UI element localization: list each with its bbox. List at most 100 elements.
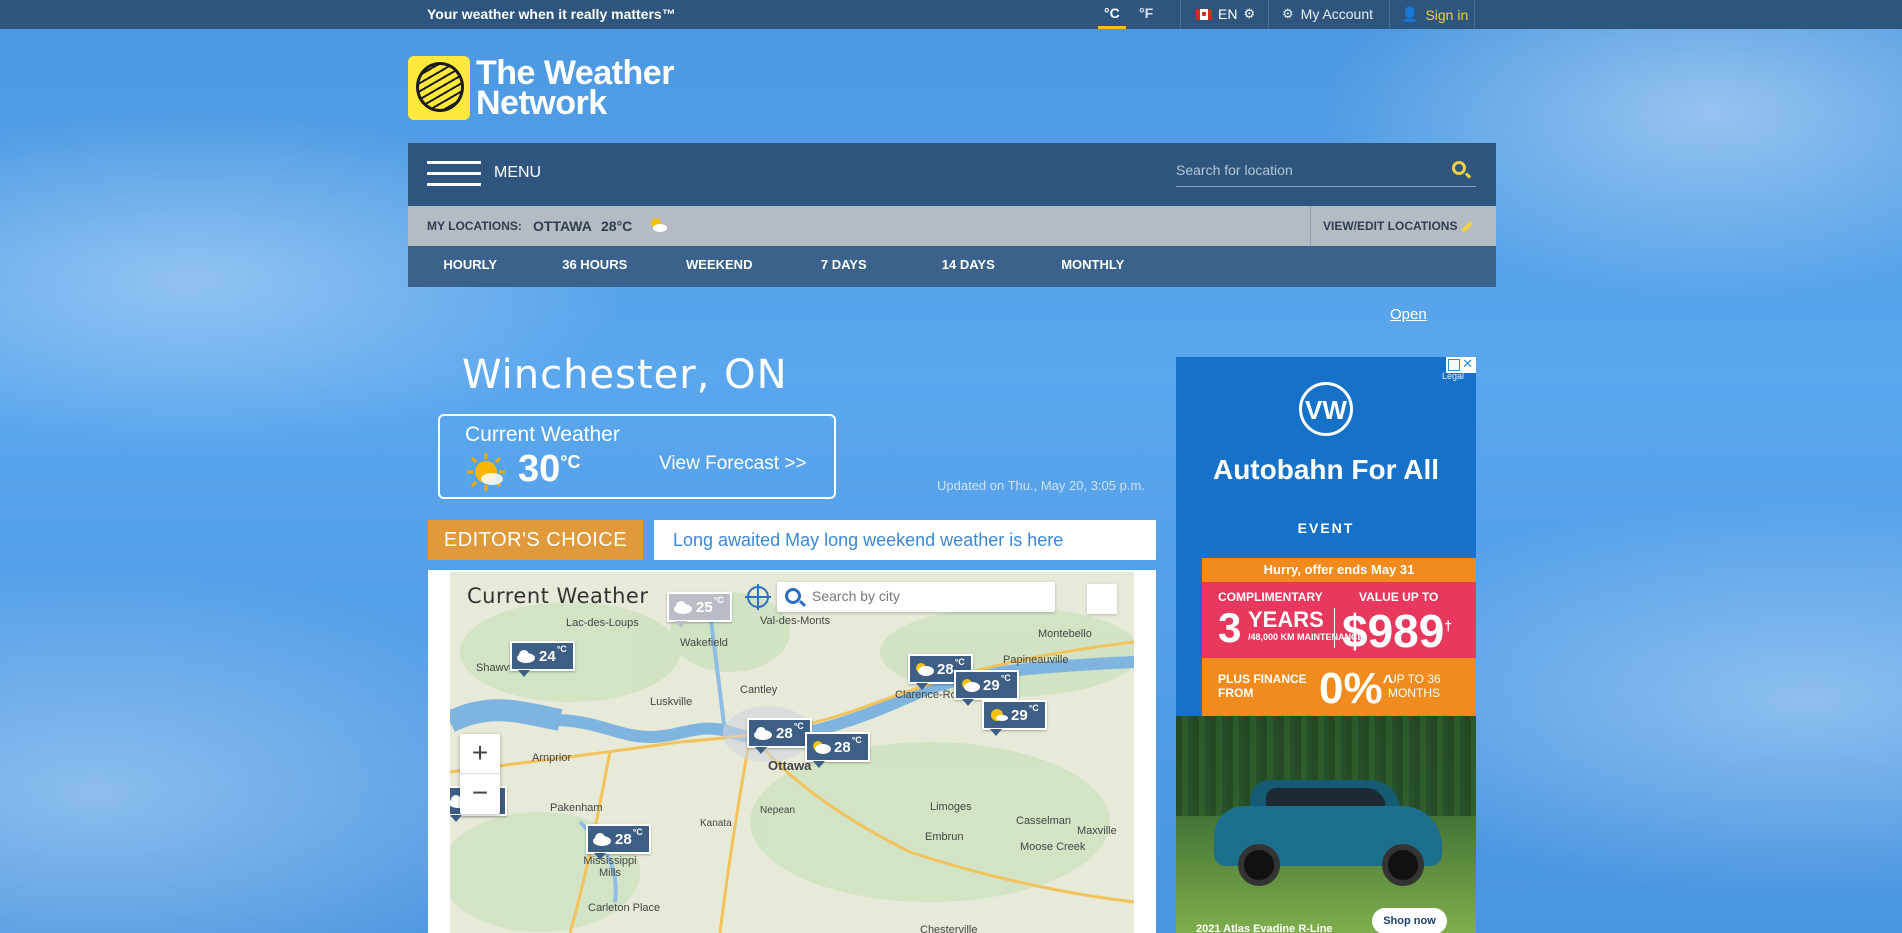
ad-info-icon[interactable] [1448,359,1460,371]
divider [1474,0,1475,29]
tab-monthly[interactable]: MONTHLY [1031,246,1156,287]
tab-36-hours[interactable]: 36 HOURS [533,246,658,287]
zoom-out-button[interactable]: − [460,774,500,814]
partly-sunny-icon [962,679,980,692]
cloud-icon [517,650,535,663]
map-place-label: Arnprior [532,752,572,764]
location-search-input[interactable] [1176,155,1436,185]
map-city-search [777,582,1055,612]
weather-marker[interactable]: 29 °C [982,700,1047,736]
cloud-icon [593,833,611,846]
location-title: Winchester, ON [462,352,788,398]
tab-14-days[interactable]: 14 DAYS [906,246,1031,287]
sign-in-label: Sign in [1425,6,1469,23]
celsius-toggle[interactable]: °C [1098,0,1126,29]
ad-maintenance-offer: COMPLIMENTARY 3 YEARS /48,000 KM MAINTEN… [1202,582,1476,658]
updated-timestamp: Updated on Thu., May 20, 3:05 p.m. [937,478,1145,493]
tab-hourly[interactable]: HOURLY [408,246,533,287]
ad-offer-banner: Hurry, offer ends May 31 [1202,558,1476,582]
ad-legal-link[interactable]: Legal [1442,371,1464,381]
my-account-label: My Account [1300,6,1374,22]
map-place-label: Luskville [650,696,693,708]
map-place-label: Limoges [930,801,972,813]
fahrenheit-toggle[interactable]: °F [1133,0,1159,29]
current-temperature: 30°C [518,448,581,490]
map-zoom-controls: + − [460,734,500,814]
fullscreen-button[interactable] [1087,584,1117,614]
divider [1180,0,1181,29]
my-account-link[interactable]: ⚙ My Account [1282,6,1373,22]
cloud-icon [754,727,772,740]
ad-model-name: 2021 Atlas Evadine R-Line [1196,923,1333,933]
map-place-label: Nepean [760,805,796,816]
tab-7-days[interactable]: 7 DAYS [782,246,907,287]
map-place-label: Chesterville [920,924,978,933]
saved-location-city[interactable]: OTTAWA [533,218,592,234]
map-place-label: Val-des-Monts [760,615,831,627]
vw-logo: VW [1299,382,1353,436]
editors-choice-badge: EDITOR'S CHOICE [428,520,643,560]
weather-map-panel: Lac-des-Loups Wakefield Val-des-Monts Mo… [428,570,1156,933]
map-place-label: Kanata [700,818,732,829]
weather-marker[interactable]: 24 °C [510,641,575,677]
my-locations-label: MY LOCATIONS: [427,219,522,233]
locate-me-icon[interactable] [745,584,771,610]
sun-icon [991,709,1008,721]
search-icon [785,588,801,604]
canada-flag-icon [1196,8,1212,20]
my-locations-bar: MY LOCATIONS: OTTAWA 28°C VIEW/EDIT LOCA… [408,206,1496,246]
sunny-icon [467,453,505,491]
weather-map[interactable]: Lac-des-Loups Wakefield Val-des-Monts Mo… [450,572,1134,933]
map-place-label: Cantley [740,684,778,696]
weather-marker[interactable]: 28°C [586,824,651,860]
pencil-icon [1461,221,1474,233]
site-logo[interactable]: The Weather Network [408,56,674,120]
map-place-label: Lac-des-Loups [566,617,639,629]
vw-advertisement[interactable]: ✕ Legal VW Autobahn For All EVENT Hurry,… [1176,357,1476,933]
close-icon[interactable]: ✕ [1462,357,1473,371]
map-place-label: Wakefield [680,637,728,649]
tab-weekend[interactable]: WEEKEND [657,246,782,287]
ad-car-photo [1176,716,1476,933]
ad-finance-offer: PLUS FINANCE FROM 0%^ UP TO 36 MONTHS [1202,658,1476,716]
tagline: Your weather when it really matters™ [427,6,676,22]
location-search [1176,155,1476,187]
map-place-label: Mississippi Mills [583,855,637,879]
map-search-input[interactable] [812,588,1042,604]
partly-sunny-icon [916,663,934,676]
hamburger-menu-icon[interactable] [427,161,481,187]
globe-logo-icon [408,56,470,120]
map-place-label: Montebello [1038,628,1092,640]
current-weather-label: Current Weather [465,423,620,446]
divider [1268,0,1269,29]
menu-label[interactable]: MENU [494,164,541,182]
weather-marker[interactable]: 28°C [747,718,812,754]
logo-text: The Weather Network [476,54,674,122]
cloud-icon [674,601,692,614]
weather-marker[interactable]: 29 °C [954,670,1019,706]
weather-marker[interactable]: 25 °C [667,592,732,628]
map-place-label: Moose Creek [1020,841,1086,853]
sign-in-link[interactable]: 👤 Sign in [1401,6,1468,23]
map-place-label: Embrun [925,831,964,843]
divider [1389,0,1390,29]
map-place-label: Casselman [1016,815,1072,827]
ad-event: EVENT [1297,520,1355,536]
language-selector[interactable]: EN ⚙ [1196,6,1255,22]
editors-choice-story-link[interactable]: Long awaited May long weekend weather is… [654,520,1156,560]
gear-icon: ⚙ [1282,6,1294,21]
view-edit-locations-link[interactable]: VIEW/EDIT LOCATIONS [1310,206,1474,246]
saved-location-temp[interactable]: 28°C [601,218,632,234]
language-label: EN [1218,6,1238,22]
weather-marker[interactable]: 28°C [805,732,870,768]
current-weather-card[interactable]: Current Weather 30°C View Forecast >> [438,414,836,499]
shop-now-button[interactable]: Shop now [1372,908,1447,933]
open-link[interactable]: Open [1390,306,1427,323]
view-forecast-link[interactable]: View Forecast >> [659,453,807,475]
map-place-label: Carleton Place [588,902,661,914]
map-place-label: Pakenham [550,802,603,814]
search-icon[interactable] [1452,161,1466,175]
car-image [1214,776,1442,886]
map-place-label: Papineauville [1003,654,1069,666]
zoom-in-button[interactable]: + [460,734,500,774]
